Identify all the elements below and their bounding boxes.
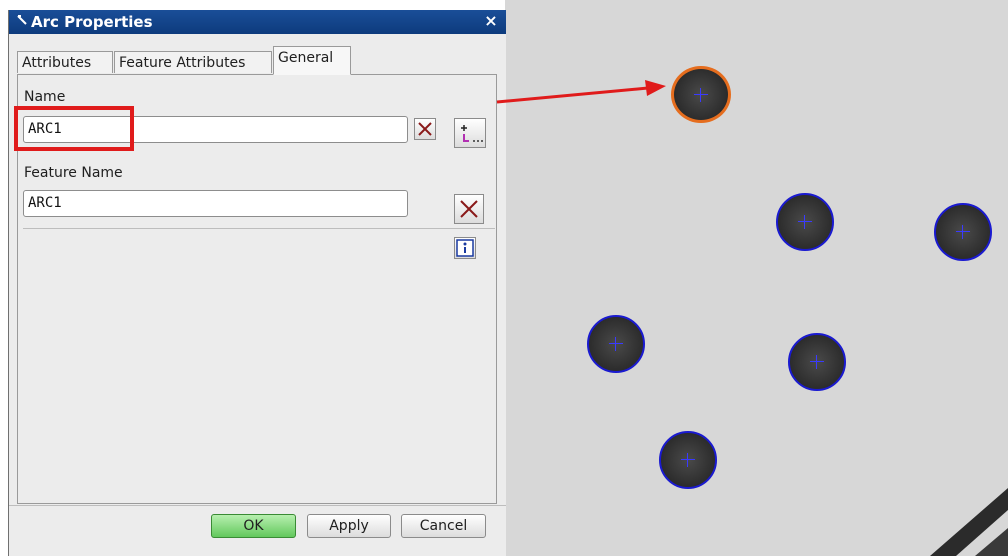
tab-feature-attributes[interactable]: Feature Attributes bbox=[114, 51, 272, 73]
clear-x-icon bbox=[460, 200, 478, 218]
expression-button[interactable] bbox=[454, 118, 486, 148]
separator bbox=[23, 228, 495, 229]
clear-name-button[interactable] bbox=[414, 118, 436, 140]
center-plus-icon bbox=[609, 337, 623, 351]
info-button[interactable] bbox=[454, 237, 476, 259]
tab-general[interactable]: General bbox=[273, 46, 351, 75]
info-icon bbox=[456, 239, 474, 257]
center-plus-icon bbox=[798, 215, 812, 229]
center-plus-icon bbox=[956, 225, 970, 239]
tab-label: Attributes bbox=[22, 55, 92, 71]
tab-label: General bbox=[278, 50, 334, 66]
arc-properties-dialog: Arc Properties × Attributes Feature Attr… bbox=[8, 10, 506, 556]
dialog-titlebar[interactable]: Arc Properties × bbox=[9, 10, 506, 34]
arc-hole-selected[interactable] bbox=[671, 66, 731, 123]
ok-button[interactable]: OK bbox=[211, 514, 296, 538]
feature-name-label: Feature Name bbox=[24, 165, 123, 181]
tab-attributes[interactable]: Attributes bbox=[17, 51, 113, 73]
clear-feature-name-button[interactable] bbox=[454, 194, 484, 224]
feature-name-input[interactable]: ARC1 bbox=[23, 190, 408, 217]
center-plus-icon bbox=[681, 453, 695, 467]
arc-hole[interactable] bbox=[788, 333, 846, 391]
close-icon[interactable]: × bbox=[482, 12, 500, 30]
button-bar-separator bbox=[9, 505, 506, 506]
tab-label: Feature Attributes bbox=[119, 55, 246, 71]
center-plus-icon bbox=[810, 355, 824, 369]
arc-hole[interactable] bbox=[776, 193, 834, 251]
center-plus-icon bbox=[694, 87, 708, 102]
clear-x-icon bbox=[418, 122, 432, 136]
dialog-title: Arc Properties bbox=[31, 13, 153, 31]
name-highlight-box bbox=[14, 106, 134, 151]
expression-icon bbox=[461, 125, 483, 142]
arc-hole[interactable] bbox=[587, 315, 645, 373]
name-label: Name bbox=[24, 89, 66, 105]
cancel-button[interactable]: Cancel bbox=[401, 514, 486, 538]
arc-hole[interactable] bbox=[659, 431, 717, 489]
pin-icon[interactable] bbox=[16, 14, 28, 28]
apply-button[interactable]: Apply bbox=[307, 514, 391, 538]
arc-hole[interactable] bbox=[934, 203, 992, 261]
